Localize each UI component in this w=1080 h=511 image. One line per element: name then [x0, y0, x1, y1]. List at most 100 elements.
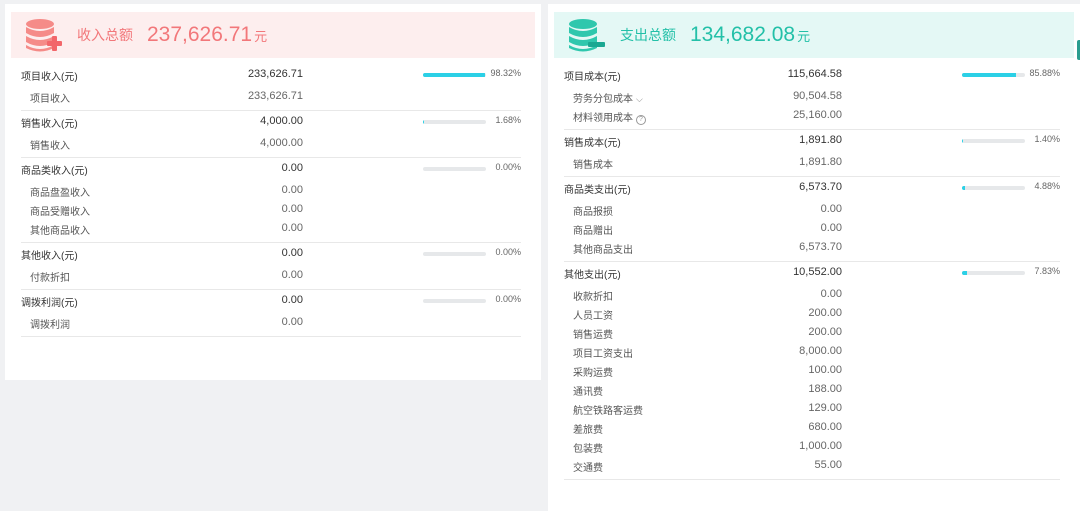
item-label-text: 交通费	[573, 463, 603, 474]
item-label-text: 通讯费	[573, 387, 603, 398]
income-category-row: 商品类收入(元) 0.00 0.00%	[21, 159, 521, 181]
expense-item-row[interactable]: 材料领用成本? 25,160.00	[564, 106, 1060, 125]
expense-item-row: 航空铁路客运费 129.00	[564, 399, 1060, 418]
item-value: 129.00	[808, 402, 842, 414]
percent-label: 0.00%	[495, 294, 521, 304]
expense-item-row: 差旅费 680.00	[564, 418, 1060, 437]
category-value: 233,626.71	[247, 68, 303, 80]
income-item-row: 项目收入 233,626.71	[21, 87, 521, 106]
expense-total-label: 支出总额	[620, 27, 676, 43]
percent-label: 7.83%	[1034, 266, 1060, 276]
income-item-row: 销售收入 4,000.00	[21, 134, 521, 153]
item-label-text: 商品盘盈收入	[30, 188, 90, 199]
item-value: 25,160.00	[793, 109, 842, 121]
item-label-text: 航空铁路客运费	[573, 406, 643, 417]
percent-bar	[423, 120, 486, 124]
income-group: 调拨利润(元) 0.00 0.00% 调拨利润 0.00	[21, 291, 521, 337]
item-value: 100.00	[808, 364, 842, 376]
category-label: 项目成本(元)	[564, 72, 621, 83]
percent-bar-fill	[962, 73, 1017, 77]
item-value: 233,626.71	[247, 90, 303, 102]
income-panel: 收入总额 237,626.71 元 项目收入(元) 233,626.71 98.32…	[5, 4, 541, 380]
item-value: 680.00	[808, 421, 842, 433]
item-label: 商品赠出	[573, 222, 613, 237]
category-value: 1,891.80	[799, 134, 842, 146]
item-label: 劳务分包成本 ⌵	[573, 90, 643, 105]
category-value: 6,573.70	[799, 181, 842, 193]
income-group: 项目收入(元) 233,626.71 98.32% 项目收入 233,626.71	[21, 65, 521, 111]
item-value: 188.00	[808, 383, 842, 395]
income-item-row: 商品盘盈收入 0.00	[21, 181, 521, 200]
category-label: 其他支出(元)	[564, 270, 621, 281]
category-label: 项目收入(元)	[21, 72, 78, 83]
income-total-label: 收入总额	[77, 27, 133, 43]
category-label: 销售收入(元)	[21, 119, 78, 130]
item-label-text: 劳务分包成本	[573, 94, 633, 105]
percent-label: 1.40%	[1034, 134, 1060, 144]
expense-item-row[interactable]: 劳务分包成本 ⌵ 90,504.58	[564, 87, 1060, 106]
category-value: 0.00	[281, 247, 303, 259]
item-label: 商品受赠收入	[30, 203, 90, 218]
category-value: 115,664.58	[787, 68, 842, 80]
item-label-text: 销售成本	[573, 160, 613, 171]
item-value: 0.00	[820, 288, 842, 300]
chevron-down-icon[interactable]: ⌵	[636, 94, 643, 105]
item-value: 1,000.00	[799, 440, 842, 452]
income-group: 商品类收入(元) 0.00 0.00% 商品盘盈收入 0.00 商品受赠收入 0.00 其他商…	[21, 159, 521, 243]
item-value: 90,504.58	[793, 90, 842, 102]
expense-item-row: 项目工资支出 8,000.00	[564, 342, 1060, 361]
percent-bar	[962, 73, 1025, 77]
item-label-text: 其他商品支出	[573, 245, 633, 256]
income-category-row: 项目收入(元) 233,626.71 98.32%	[21, 65, 521, 87]
expense-category-row: 项目成本(元) 115,664.58 85.88%	[564, 65, 1060, 87]
expense-total-unit: 元	[797, 28, 811, 44]
item-label: 销售运费	[573, 326, 613, 341]
item-label-text: 收款折扣	[573, 292, 613, 303]
item-value: 0.00	[281, 203, 303, 215]
expense-item-row: 销售运费 200.00	[564, 323, 1060, 342]
income-group: 销售收入(元) 4,000.00 1.68% 销售收入 4,000.00	[21, 112, 521, 158]
expense-item-row: 交通费 55.00	[564, 456, 1060, 475]
percent-bar-fill	[962, 186, 966, 190]
percent-label: 85.88%	[1029, 68, 1060, 78]
category-label: 其他收入(元)	[21, 251, 78, 262]
expense-category-row: 其他支出(元) 10,552.00 7.83%	[564, 263, 1060, 285]
percent-bar	[423, 299, 486, 303]
expense-list: 项目成本(元) 115,664.58 85.88% 劳务分包成本 ⌵ 90,504.58 材…	[564, 64, 1060, 480]
item-value: 0.00	[281, 316, 303, 328]
item-label: 交通费	[573, 459, 603, 474]
percent-bar	[962, 271, 1025, 275]
help-icon[interactable]: ?	[636, 115, 646, 125]
item-label: 收款折扣	[573, 288, 613, 303]
expense-total-value: 134,682.08	[690, 23, 796, 46]
expense-item-row: 收款折扣 0.00	[564, 285, 1060, 304]
expense-coins-minus-icon	[569, 19, 605, 52]
expense-item-row: 销售成本 1,891.80	[564, 153, 1060, 172]
expense-item-row: 人员工资 200.00	[564, 304, 1060, 323]
item-label: 采购运费	[573, 364, 613, 379]
item-value: 0.00	[281, 269, 303, 281]
percent-bar	[423, 167, 486, 171]
item-value: 4,000.00	[260, 137, 303, 149]
percent-bar-fill	[962, 139, 963, 143]
category-value: 0.00	[281, 294, 303, 306]
item-label-text: 差旅费	[573, 425, 603, 436]
percent-bar	[962, 186, 1025, 190]
category-label: 销售成本(元)	[564, 138, 621, 149]
income-category-row: 销售收入(元) 4,000.00 1.68%	[21, 112, 521, 134]
item-label-text: 商品赠出	[573, 226, 613, 237]
expense-group: 项目成本(元) 115,664.58 85.88% 劳务分包成本 ⌵ 90,504.58 材…	[564, 65, 1060, 130]
item-label-text: 其他商品收入	[30, 226, 90, 237]
expense-item-row: 商品报损 0.00	[564, 200, 1060, 219]
expense-category-row: 销售成本(元) 1,891.80 1.40%	[564, 131, 1060, 153]
expense-item-row: 包装费 1,000.00	[564, 437, 1060, 456]
item-label: 差旅费	[573, 421, 603, 436]
percent-bar	[423, 73, 486, 77]
expense-item-row: 采购运费 100.00	[564, 361, 1060, 380]
item-label: 销售收入	[30, 137, 70, 152]
item-label-text: 销售运费	[573, 330, 613, 341]
income-header: 收入总额 237,626.71 元	[11, 12, 535, 58]
income-list: 项目收入(元) 233,626.71 98.32% 项目收入 233,626.71 销售收…	[21, 64, 521, 337]
category-label: 商品类支出(元)	[564, 185, 631, 196]
item-label-text: 采购运费	[573, 368, 613, 379]
